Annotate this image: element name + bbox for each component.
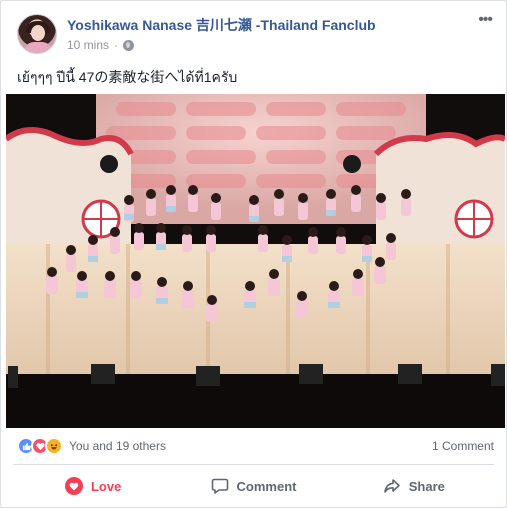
post-text: เย้ๆๆๆ ปีนี้ 47の素敵な街へได้ที่1ครับ — [17, 69, 238, 85]
more-options-icon[interactable]: ••• — [478, 11, 493, 29]
love-button[interactable]: Love — [13, 467, 173, 505]
post-photo[interactable] — [6, 94, 505, 428]
divider — [13, 464, 494, 465]
share-label: Share — [408, 478, 445, 494]
avatar[interactable] — [17, 14, 57, 54]
post-card: Yoshikawa Nanase 吉川七瀬 -Thailand Fanclub … — [0, 0, 507, 508]
comment-label: Comment — [236, 478, 297, 494]
love-label: Love — [90, 478, 122, 494]
reaction-summary[interactable]: You and 19 others — [69, 439, 166, 453]
action-bar: Love Comment Share — [13, 467, 494, 505]
author-link[interactable]: Yoshikawa Nanase 吉川七瀬 -Thailand Fanclub — [67, 15, 376, 35]
love-reaction-icon — [64, 477, 83, 495]
globe-icon[interactable] — [123, 39, 135, 51]
comment-button[interactable]: Comment — [173, 467, 333, 505]
stage-photo-illustration — [6, 94, 505, 428]
share-icon — [383, 477, 401, 495]
timestamp[interactable]: 10 mins — [67, 38, 109, 52]
reaction-icons[interactable] — [17, 437, 63, 455]
haha-icon — [45, 437, 63, 455]
post-meta: 10 mins · — [67, 38, 135, 52]
dot-separator: · — [114, 38, 119, 52]
share-button[interactable]: Share — [334, 467, 494, 505]
post-header: Yoshikawa Nanase 吉川七瀬 -Thailand Fanclub … — [13, 11, 494, 55]
comment-count[interactable]: 1 Comment — [432, 439, 494, 453]
reactions-bar: You and 19 others 1 Comment — [13, 433, 494, 459]
comment-icon — [211, 477, 229, 495]
